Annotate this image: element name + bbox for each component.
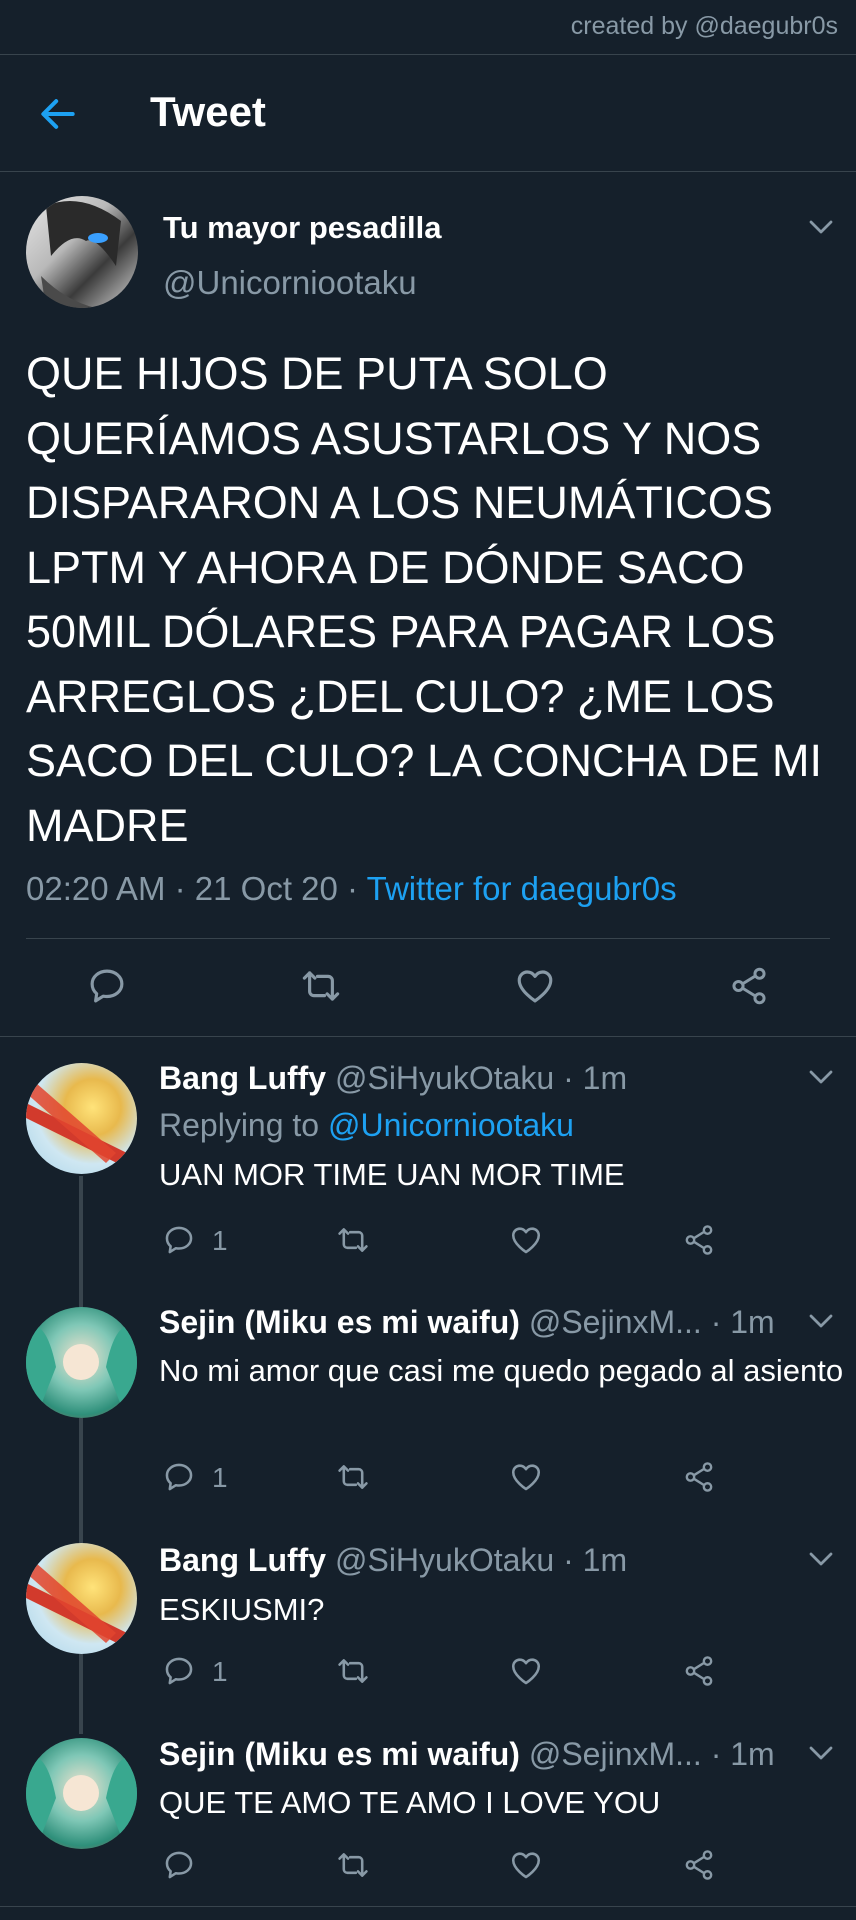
reply-author-name[interactable]: Sejin (Miku es mi waifu) <box>159 1304 520 1340</box>
reply-time: · 1m <box>710 1736 775 1772</box>
tweet-time: 02:20 AM <box>26 870 166 907</box>
like-heart-icon[interactable] <box>509 1223 543 1262</box>
reply-header: Sejin (Miku es mi waifu) @SejinxM... · 1… <box>159 1304 775 1341</box>
reply-count: 1 <box>212 1462 228 1493</box>
reply-time: · 1m <box>563 1542 628 1578</box>
divider <box>0 171 856 172</box>
avatar[interactable] <box>26 1307 137 1418</box>
divider <box>0 1036 856 1037</box>
author-handle[interactable]: @Unicorniootaku <box>163 264 417 302</box>
reply-icon[interactable] <box>162 1223 196 1262</box>
replying-to: Replying to @Unicorniootaku <box>159 1107 574 1144</box>
retweet-icon[interactable] <box>336 1848 370 1887</box>
reply-author-handle[interactable]: @SejinxM... <box>529 1304 702 1340</box>
share-icon[interactable] <box>682 1654 716 1693</box>
back-arrow-icon[interactable] <box>36 92 80 136</box>
thread-line <box>79 1418 83 1544</box>
divider <box>0 1906 856 1907</box>
watermark-credit: created by @daegubr0s <box>570 12 838 40</box>
page-title: Tweet <box>150 88 266 135</box>
meta-separator: · <box>174 870 186 907</box>
share-icon[interactable] <box>682 1848 716 1887</box>
avatar[interactable] <box>26 1543 137 1654</box>
reply-count: 1 <box>212 1656 228 1687</box>
retweet-icon[interactable] <box>336 1654 370 1693</box>
reply-author-name[interactable]: Sejin (Miku es mi waifu) <box>159 1736 520 1772</box>
reply-header: Bang Luffy @SiHyukOtaku · 1m <box>159 1060 627 1097</box>
chevron-down-icon[interactable] <box>806 1306 836 1336</box>
reply-icon[interactable] <box>86 965 128 1012</box>
reply-time: · 1m <box>710 1304 775 1340</box>
reply-time: · 1m <box>563 1060 628 1096</box>
tweet-text: QUE HIJOS DE PUTA SOLO QUERÍAMOS ASUSTAR… <box>26 348 823 851</box>
avatar[interactable] <box>26 196 138 308</box>
like-heart-icon[interactable] <box>509 1654 543 1693</box>
reply-author-name[interactable]: Bang Luffy <box>159 1542 326 1578</box>
retweet-icon[interactable] <box>336 1460 370 1499</box>
chevron-down-icon[interactable] <box>806 1544 836 1574</box>
reply-text: ESKIUSMI? <box>159 1592 325 1627</box>
divider <box>0 54 856 55</box>
chevron-down-icon[interactable] <box>806 212 836 242</box>
reply-author-handle[interactable]: @SejinxM... <box>529 1736 702 1772</box>
chevron-down-icon[interactable] <box>806 1738 836 1768</box>
chevron-down-icon[interactable] <box>806 1062 836 1092</box>
share-icon[interactable] <box>682 1223 716 1262</box>
share-icon[interactable] <box>728 965 770 1012</box>
reply-header: Bang Luffy @SiHyukOtaku · 1m <box>159 1542 627 1579</box>
tweet-client-link[interactable]: Twitter for daegubr0s <box>367 870 677 907</box>
reply-text: UAN MOR TIME UAN MOR TIME <box>159 1157 625 1192</box>
reply-text: QUE TE AMO TE AMO I LOVE YOU <box>159 1785 661 1820</box>
author-name[interactable]: Tu mayor pesadilla <box>163 210 442 246</box>
like-heart-icon[interactable] <box>509 1848 543 1887</box>
reply-icon[interactable] <box>162 1848 196 1887</box>
reply-text: No mi amor que casi me quedo pegado al a… <box>159 1353 844 1388</box>
reply-count: 1 <box>212 1225 228 1256</box>
reply-icon[interactable] <box>162 1460 196 1499</box>
avatar[interactable] <box>26 1063 137 1174</box>
reply-author-handle[interactable]: @SiHyukOtaku <box>335 1542 554 1578</box>
reply-header: Sejin (Miku es mi waifu) @SejinxM... · 1… <box>159 1736 775 1773</box>
thread-line <box>79 1176 83 1308</box>
avatar[interactable] <box>26 1738 137 1849</box>
meta-separator: · <box>347 870 359 907</box>
reply-author-name[interactable]: Bang Luffy <box>159 1060 326 1096</box>
divider <box>26 938 830 939</box>
replying-to-handle[interactable]: @Unicorniootaku <box>328 1107 574 1143</box>
reply-author-handle[interactable]: @SiHyukOtaku <box>335 1060 554 1096</box>
tweet-date: 21 Oct 20 <box>194 870 338 907</box>
reply-icon[interactable] <box>162 1654 196 1693</box>
tweet-meta: 02:20 AM · 21 Oct 20 · Twitter for daegu… <box>26 870 677 908</box>
retweet-icon[interactable] <box>336 1223 370 1262</box>
replying-to-label: Replying to <box>159 1107 320 1143</box>
share-icon[interactable] <box>682 1460 716 1499</box>
retweet-icon[interactable] <box>300 965 342 1012</box>
like-heart-icon[interactable] <box>509 1460 543 1499</box>
like-heart-icon[interactable] <box>514 965 556 1012</box>
thread-line <box>79 1654 83 1734</box>
